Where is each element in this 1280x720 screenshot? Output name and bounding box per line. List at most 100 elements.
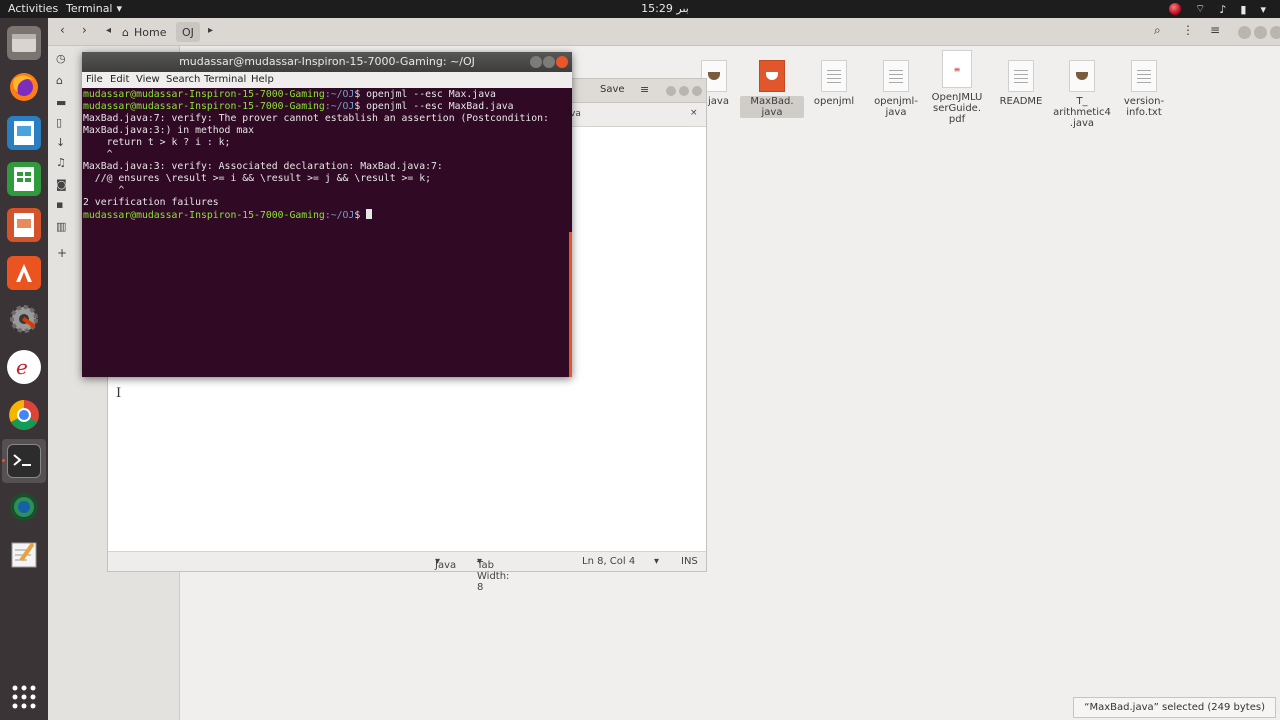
language-selector[interactable]: Java ▾ xyxy=(435,556,456,571)
menu-icon[interactable]: ≡ xyxy=(640,83,649,96)
app-grid-icon[interactable] xyxy=(7,680,41,714)
terminal-output-line: return t > k ? i : k; xyxy=(83,137,231,148)
activities-button[interactable]: Activities xyxy=(8,2,58,15)
back-button[interactable]: ‹ xyxy=(60,23,65,37)
image-viewer-icon[interactable] xyxy=(7,116,41,150)
home-icon[interactable]: ⌂ xyxy=(56,74,63,87)
app-menu-label: Terminal xyxy=(66,2,113,15)
recent-icon[interactable]: ◷ xyxy=(56,52,66,65)
save-button[interactable]: Save xyxy=(600,84,625,95)
file-label: openjml xyxy=(813,96,855,107)
eclipse-icon[interactable]: e xyxy=(7,350,41,384)
menu-edit[interactable]: Edit xyxy=(110,74,129,85)
svg-text:e: e xyxy=(16,355,28,379)
terminal-titlebar[interactable]: mudassar@mudassar-Inspiron-15-7000-Gamin… xyxy=(82,52,572,72)
volume-icon: ♪ xyxy=(1219,2,1227,16)
forward-button[interactable]: › xyxy=(82,23,87,37)
terminal-output-line: MaxBad.java:3: verify: Associated declar… xyxy=(83,161,443,172)
camera-icon[interactable]: ◙ xyxy=(56,178,67,191)
chrome-icon[interactable] xyxy=(7,398,41,432)
maximize-button[interactable] xyxy=(543,56,555,68)
path-home-button[interactable]: ⌂ Home xyxy=(116,22,172,42)
menu-help[interactable]: Help xyxy=(251,74,274,85)
file-item[interactable]: version- info.txt xyxy=(1112,60,1176,118)
files-icon[interactable] xyxy=(7,26,41,60)
document-icon[interactable]: ▯ xyxy=(56,116,62,129)
globe-icon[interactable] xyxy=(7,490,41,524)
impress-icon[interactable] xyxy=(7,208,41,242)
prompt-user: mudassar@mudassar-Inspiron-15-7000-Gamin… xyxy=(83,101,325,112)
download-icon[interactable]: ↓ xyxy=(56,136,65,149)
editor-icon[interactable] xyxy=(7,538,41,572)
menu-file[interactable]: File xyxy=(86,74,103,85)
search-icon[interactable]: ⌕ xyxy=(1154,23,1161,38)
terminal-window[interactable]: mudassar@mudassar-Inspiron-15-7000-Gamin… xyxy=(82,52,572,377)
file-item-selected[interactable]: MaxBad. java xyxy=(740,60,804,118)
maximize-button[interactable] xyxy=(1254,26,1267,39)
home-icon: ⌂ xyxy=(122,25,129,39)
file-item[interactable]: README xyxy=(989,60,1053,107)
terminal-output-line: //@ ensures \result >= i && \result >= j… xyxy=(83,173,431,184)
close-button[interactable] xyxy=(556,56,568,68)
prompt-path: :~/OJ xyxy=(324,89,355,100)
java-file-icon xyxy=(759,60,785,92)
language-label: Java xyxy=(435,560,457,571)
terminal-menubar: File Edit View Search Terminal Help xyxy=(82,72,572,88)
menu-terminal[interactable]: Terminal xyxy=(204,74,246,85)
text-file-icon xyxy=(1131,60,1157,92)
file-item[interactable]: ≡ OpenJMLU serGuide. pdf xyxy=(925,50,989,125)
menu-icon[interactable]: ≡ xyxy=(1210,23,1220,37)
video-icon[interactable]: ▪ xyxy=(56,198,63,211)
terminal-scrollbar[interactable] xyxy=(569,232,572,377)
chevron-down-icon[interactable]: ▾ xyxy=(654,556,659,567)
path-current-button[interactable]: OJ xyxy=(176,22,200,42)
cursor-position[interactable]: Ln 8, Col 4 xyxy=(582,556,635,567)
maximize-button[interactable] xyxy=(679,86,689,96)
terminal-output-line: ^ xyxy=(83,185,125,196)
terminal-title: mudassar@mudassar-Inspiron-15-7000-Gamin… xyxy=(179,55,475,68)
dock: e xyxy=(0,18,48,720)
add-location-icon[interactable]: + xyxy=(57,246,67,260)
terminal-output[interactable]: mudassar@mudassar-Inspiron-15-7000-Gamin… xyxy=(82,88,572,377)
terminal-output-line: 2 verification failures xyxy=(83,197,219,208)
minimize-button[interactable] xyxy=(1238,26,1251,39)
app-menu[interactable]: Terminal ▾ xyxy=(66,2,122,15)
path-right-arrow[interactable]: ▸ xyxy=(208,25,213,36)
clock[interactable]: 15:29 بىر xyxy=(620,2,710,15)
tab-width-selector[interactable]: Tab Width: 8 ▾ xyxy=(477,556,509,593)
file-item[interactable]: openjml xyxy=(802,60,866,107)
file-label: MaxBad. java xyxy=(740,96,804,118)
terminal-cursor xyxy=(366,209,373,219)
recording-icon[interactable] xyxy=(1169,3,1182,15)
wifi-icon: ⌔ xyxy=(1195,2,1206,15)
view-options-icon[interactable]: ⋮ xyxy=(1182,23,1194,37)
terminal-command-line: mudassar@mudassar-Inspiron-15-7000-Gamin… xyxy=(83,89,572,101)
chevron-down-icon: ▾ xyxy=(116,2,123,15)
menu-view[interactable]: View xyxy=(136,74,160,85)
file-item[interactable]: openjml- java xyxy=(864,60,928,118)
close-button[interactable] xyxy=(692,86,702,96)
battery-icon: ▮ xyxy=(1240,2,1247,16)
prompt-user: mudassar@mudassar-Inspiron-15-7000-Gamin… xyxy=(83,210,325,221)
path-left-arrow[interactable]: ◂ xyxy=(106,25,111,36)
minimize-button[interactable] xyxy=(530,56,542,68)
path-home-label: Home xyxy=(133,25,167,39)
calc-icon[interactable] xyxy=(7,162,41,196)
folder-icon[interactable]: ▬ xyxy=(56,96,66,109)
file-item[interactable]: T_ arithmetic4 .java xyxy=(1050,60,1114,129)
close-button[interactable] xyxy=(1270,26,1280,39)
system-tray[interactable]: ⌔ ♪ ▮ ▾ xyxy=(1169,2,1266,16)
terminal-output-line: ^ xyxy=(83,149,113,160)
prompt-path: :~/OJ xyxy=(324,101,355,112)
text-file-icon xyxy=(883,60,909,92)
minimize-button[interactable] xyxy=(666,86,676,96)
tab-close-icon[interactable]: × xyxy=(690,108,698,118)
software-icon[interactable] xyxy=(7,256,41,290)
menu-search[interactable]: Search xyxy=(166,74,200,85)
text-cursor-icon: I xyxy=(116,386,122,401)
music-icon[interactable]: ♫ xyxy=(56,156,66,169)
firefox-icon[interactable] xyxy=(7,70,41,104)
trash-icon[interactable]: ▥ xyxy=(56,220,66,233)
settings-icon[interactable] xyxy=(7,302,41,336)
terminal-icon[interactable] xyxy=(7,444,41,478)
